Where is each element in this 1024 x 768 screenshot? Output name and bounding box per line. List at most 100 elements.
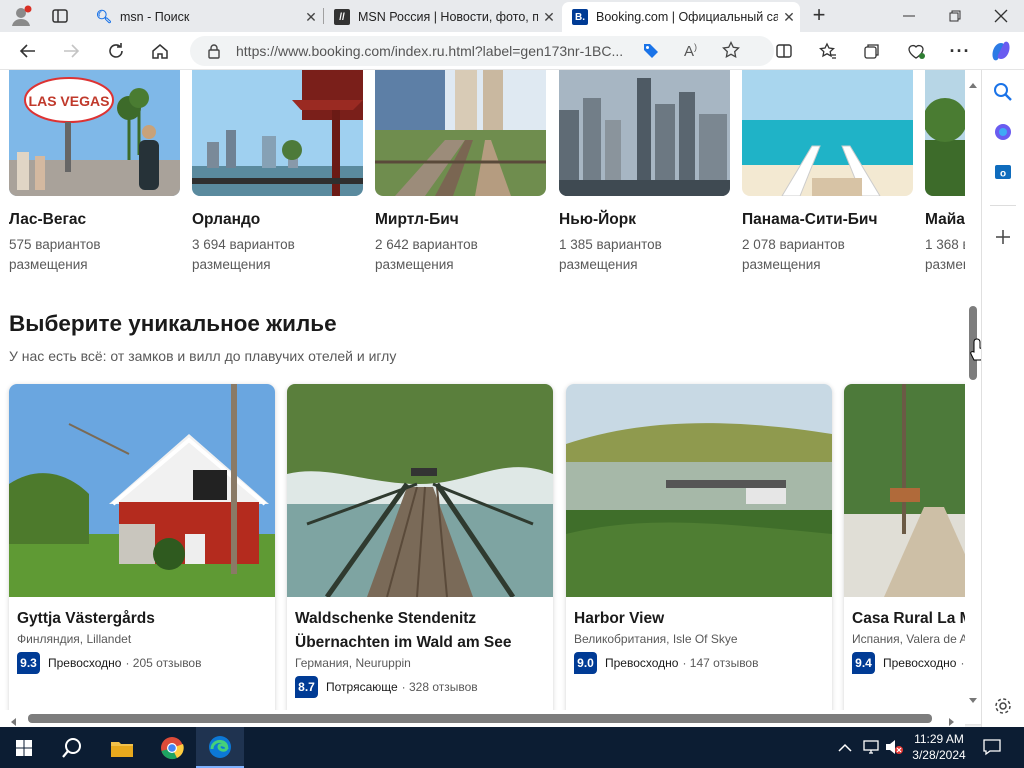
forward-icon[interactable] [58,38,84,64]
edge-sidebar: o [981,70,1024,727]
property-rating: 9.4 Превосходно · 95 отзывов [852,652,981,674]
property-photo[interactable] [9,384,275,597]
horizontal-scrollbar[interactable] [0,710,965,727]
minimize-icon[interactable] [900,9,918,23]
scroll-down-arrow-icon[interactable] [968,692,978,710]
destination-card[interactable]: Миртл-Бич 2 642 вариантов размещения [375,70,546,272]
address-url[interactable]: https://www.booking.com/index.ru.html?la… [236,43,636,59]
rating-word: Превосходно [48,656,122,670]
edge-icon[interactable] [196,727,244,768]
property-card[interactable]: Casa Rural La Mata Испания, Valera de Ab… [844,384,981,724]
tab-title: Booking.com | Официальный са [596,10,778,24]
booking-icon: B. [572,9,588,25]
destination-count: 3 694 вариантов размещения [192,237,295,272]
property-photo[interactable] [287,384,553,597]
vertical-scrollbar[interactable] [965,70,981,710]
destination-card[interactable]: LAS VEGAS Лас-Вегас 575 вариантов размещ… [9,70,180,272]
volume-muted-icon[interactable] [884,738,904,761]
lock-icon[interactable] [207,43,221,64]
property-card[interactable]: Harbor View Великобритания, Isle Of Skye… [566,384,832,724]
property-card[interactable]: Waldschenke Stendenitz Übernachten im Wa… [287,384,553,724]
destination-name[interactable]: Орландо [192,211,260,229]
taskbar-search-icon[interactable] [48,727,96,768]
windows-taskbar: 11:29 AM 3/28/2024 [0,727,1024,768]
rating-word: Превосходно [605,656,679,670]
review-score-badge: 9.0 [574,652,597,674]
browser-toolbar: https://www.booking.com/index.ru.html?la… [0,32,1024,70]
tab-msn-search[interactable]: 🔍︎ msn - Поиск ✕ [86,2,322,32]
destination-count: 575 вариантов размещения [9,237,101,272]
horizontal-scroll-thumb[interactable] [28,714,932,723]
favorites-icon[interactable] [815,38,841,64]
property-card[interactable]: Gyttja Västergårds Финляндия, Lillandet … [9,384,275,724]
tab-actions-icon[interactable] [50,6,70,26]
chrome-icon[interactable] [148,727,196,768]
close-tab-icon[interactable]: ✕ [538,9,560,26]
destination-photo[interactable] [559,70,730,196]
copilot-sidebar-icon[interactable] [991,120,1015,144]
coupon-tag-icon[interactable] [642,42,660,65]
clock-date: 3/28/2024 [912,748,966,762]
profile-avatar[interactable] [10,5,32,27]
outlook-icon[interactable]: o [991,160,1015,184]
new-tab-button[interactable]: + [808,3,830,29]
rating-word: Потрясающе [326,680,398,694]
notifications-icon[interactable] [982,738,1002,761]
browser-tab-strip: 🔍︎ msn - Поиск ✕ // MSN Россия | Новости… [0,0,1024,32]
file-explorer-icon[interactable] [98,727,146,768]
close-tab-icon[interactable]: ✕ [778,9,800,26]
property-photo[interactable] [844,384,981,597]
property-name[interactable]: Waldschenke Stendenitz Übernachten im Wa… [295,607,545,655]
review-score-badge: 9.4 [852,652,875,674]
destination-card[interactable]: Нью-Йорк 1 385 вариантов размещения [559,70,730,272]
show-hidden-icons-chevron-icon[interactable] [838,740,852,758]
collections-icon[interactable] [859,38,885,64]
clock-time: 11:29 AM [914,732,964,746]
copilot-icon[interactable] [988,38,1014,64]
scroll-up-arrow-icon[interactable] [968,76,978,94]
rating-word: Превосходно [883,656,957,670]
back-icon[interactable] [15,38,41,64]
browser-essentials-icon[interactable] [903,38,929,64]
read-aloud-icon[interactable]: A) [684,42,697,60]
property-name[interactable]: Casa Rural La Mata [852,607,981,631]
destination-name[interactable]: Миртл-Бич [375,211,459,229]
favorite-star-icon[interactable] [722,40,740,64]
address-bar[interactable]: https://www.booking.com/index.ru.html?la… [190,36,774,66]
property-rating: 9.3 Превосходно · 205 отзывов [17,652,201,674]
destination-photo[interactable]: LAS VEGAS [9,70,180,196]
destination-name[interactable]: Лас-Вегас [9,211,86,229]
system-clock[interactable]: 11:29 AM 3/28/2024 [908,731,970,763]
destination-photo[interactable] [375,70,546,196]
search-icon: 🔍︎ [95,9,113,24]
svg-text:LAS VEGAS: LAS VEGAS [29,93,110,109]
split-screen-icon[interactable] [771,38,797,64]
property-name[interactable]: Harbor View [574,607,824,631]
network-icon[interactable] [862,738,882,761]
property-rating: 9.0 Превосходно · 147 отзывов [574,652,758,674]
destination-photo[interactable] [742,70,913,196]
close-window-icon[interactable] [992,8,1010,24]
property-location: Великобритания, Isle Of Skye [574,632,738,646]
refresh-icon[interactable] [103,38,129,64]
add-sidebar-app-icon[interactable] [991,225,1015,249]
destination-name[interactable]: Нью-Йорк [559,211,636,229]
destination-count: 2 642 вариантов размещения [375,237,478,272]
more-options-icon[interactable]: ··· [947,38,973,64]
destination-name[interactable]: Панама-Сити-Бич [742,211,877,229]
tab-booking[interactable]: B. Booking.com | Официальный са ✕ [562,2,800,32]
home-icon[interactable] [147,38,173,64]
property-photo[interactable] [566,384,832,597]
windows-start-icon[interactable] [0,727,48,768]
review-count: · 328 отзывов [401,680,478,694]
search-icon[interactable] [991,80,1015,104]
settings-gear-icon[interactable] [991,694,1015,718]
destination-photo[interactable] [192,70,363,196]
property-name[interactable]: Gyttja Västergårds [17,607,267,631]
destination-card[interactable]: Панама-Сити-Бич 2 078 вариантов размещен… [742,70,913,272]
restore-icon[interactable] [946,8,964,24]
tab-msn-news[interactable]: // MSN Россия | Новости, фото, п ✕ [324,2,560,32]
close-tab-icon[interactable]: ✕ [300,9,322,26]
destination-count: 1 385 вариантов размещения [559,237,662,272]
destination-card[interactable]: Орландо 3 694 вариантов размещения [192,70,363,272]
